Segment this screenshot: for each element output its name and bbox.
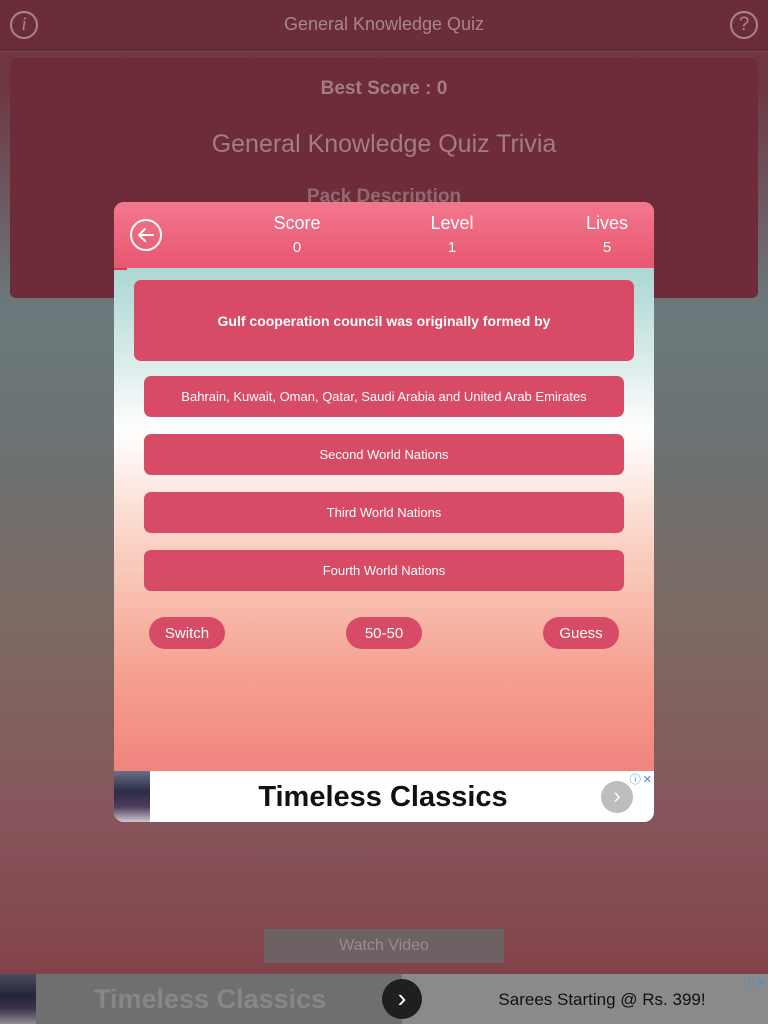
help-icon[interactable]: ? (730, 11, 758, 39)
guess-button[interactable]: Guess (543, 617, 619, 649)
answer-option-2[interactable]: Second World Nations (144, 434, 624, 475)
score-stat: Score 0 (247, 213, 347, 256)
ad-right-panel: Sarees Starting @ Rs. 399! (402, 974, 768, 1024)
switch-button[interactable]: Switch (149, 617, 225, 649)
ad-info-icon[interactable]: ⓘ (630, 774, 641, 786)
ad-headline: Timeless Classics (258, 781, 508, 813)
ad-right-text: Sarees Starting @ Rs. 399! (498, 990, 706, 1009)
bottom-ad-banner[interactable]: Timeless Classics Sarees Starting @ Rs. … (0, 974, 768, 1024)
ad-choices[interactable]: ⓘ ✕ (628, 771, 652, 787)
top-bar: i General Knowledge Quiz ? (0, 0, 768, 50)
score-label: Score (273, 213, 321, 233)
modal-ad-banner[interactable]: Timeless Classics › ⓘ ✕ (114, 771, 654, 822)
answer-option-4[interactable]: Fourth World Nations (144, 550, 624, 591)
ad-choices[interactable]: ⓘ ✕ (742, 974, 766, 990)
ad-close-icon[interactable]: ✕ (643, 774, 652, 786)
pack-title: General Knowledge Quiz Trivia (211, 130, 557, 158)
timer-progress-fill (114, 268, 127, 270)
ad-left-text: Timeless Classics (94, 984, 327, 1014)
watch-video-button[interactable]: Watch Video (264, 929, 504, 963)
level-stat: Level 1 (402, 213, 502, 256)
ad-info-icon[interactable]: ⓘ (744, 977, 755, 989)
ad-close-icon[interactable]: ✕ (757, 977, 766, 989)
quiz-modal: Score 0 Level 1 Lives 5 Gulf cooperation… (114, 202, 654, 822)
answer-option-3[interactable]: Third World Nations (144, 492, 624, 533)
score-value: 0 (292, 239, 302, 256)
ad-thumbnail-image (0, 974, 36, 1024)
ad-left-panel: Timeless Classics (36, 974, 402, 1024)
ad-thumbnail-image (114, 771, 150, 822)
timer-progress-bar (114, 268, 654, 272)
app-title: General Knowledge Quiz (283, 14, 485, 34)
level-label: Level (430, 213, 474, 233)
modal-header: Score 0 Level 1 Lives 5 (114, 202, 654, 268)
chevron-right-icon[interactable]: › (382, 979, 422, 1019)
fifty-fifty-button[interactable]: 50-50 (346, 617, 422, 649)
back-arrow-icon[interactable] (130, 219, 162, 251)
lives-stat: Lives 5 (557, 213, 654, 256)
lives-value: 5 (602, 239, 612, 256)
answer-option-1[interactable]: Bahrain, Kuwait, Oman, Qatar, Saudi Arab… (144, 376, 624, 417)
question-text: Gulf cooperation council was originally … (134, 280, 634, 361)
lives-label: Lives (585, 213, 629, 233)
level-value: 1 (447, 239, 457, 256)
best-score: Best Score : 0 (320, 78, 448, 99)
